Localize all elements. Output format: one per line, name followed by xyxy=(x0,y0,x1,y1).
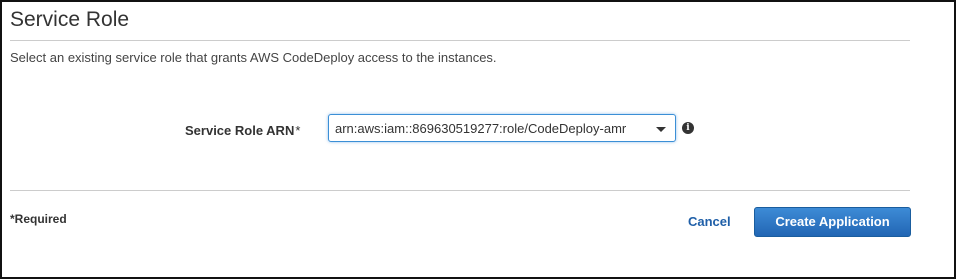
required-marker: * xyxy=(295,123,301,138)
dropdown-caret-icon xyxy=(656,127,666,132)
cancel-button[interactable]: Cancel xyxy=(688,214,731,229)
service-role-arn-label-text: Service Role ARN xyxy=(185,123,295,138)
service-role-arn-select[interactable]: arn:aws:iam::869630519277:role/CodeDeplo… xyxy=(328,114,676,142)
service-role-panel: Service Role Select an existing service … xyxy=(0,0,956,279)
section-title: Service Role xyxy=(10,8,130,31)
service-role-arn-value: arn:aws:iam::869630519277:role/CodeDeplo… xyxy=(335,121,627,136)
info-icon[interactable]: i xyxy=(682,122,694,134)
title-divider xyxy=(10,40,910,41)
footer-divider xyxy=(10,190,910,191)
create-application-button[interactable]: Create Application xyxy=(754,207,911,237)
service-role-arn-label: Service Role ARN* xyxy=(185,123,300,138)
required-note: *Required xyxy=(10,212,67,226)
section-description: Select an existing service role that gra… xyxy=(10,50,497,65)
